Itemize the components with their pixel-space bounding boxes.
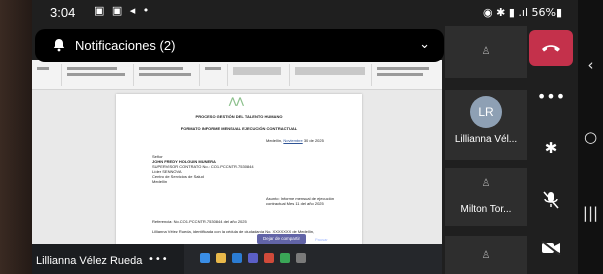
- call-controls: ••• ✱: [527, 26, 578, 274]
- stop-sharing-button[interactable]: Dejar de compartir: [257, 234, 307, 244]
- doc-title: PROCESO GESTIÓN DEL TALENTO HUMANO: [195, 114, 283, 119]
- participant-tile-lr[interactable]: LR Lillianna Vél...: [445, 90, 527, 160]
- taskbar-settings-icon[interactable]: [296, 253, 306, 263]
- ribbon-group-editing: [230, 64, 290, 86]
- status-notification-icons: ▣ ▣ ◂ •: [94, 4, 152, 17]
- ribbon-group-signature: [374, 64, 438, 86]
- doc-date: Medellín, Noviembre 30 de 2025: [266, 138, 324, 143]
- doc-date-prefix: Medellín,: [266, 138, 283, 143]
- camera-toggle-button[interactable]: [529, 230, 573, 266]
- taskbar-excel-icon[interactable]: [280, 253, 290, 263]
- sharing-notice: Estás compartiendo contenido con los par…: [132, 237, 224, 242]
- participant-name: Lillianna Vél...: [454, 134, 518, 145]
- teams-call-screen: 3:04 ▣ ▣ ◂ • ◉ ✱ ▮ .ıl 56%▮ ⋀⋀ PROCESO G…: [32, 0, 578, 274]
- participant-tile-4[interactable]: ♙: [445, 236, 527, 274]
- person-icon: ♙: [481, 250, 491, 261]
- chevron-down-icon[interactable]: ⌄: [419, 37, 430, 52]
- presenter-name: Lillianna Vélez Rueda: [36, 255, 143, 267]
- person-icon: ♙: [481, 178, 491, 189]
- doc-subtitle: FORMATO INFORME MENSUAL EJECUCIÓN CONTRA…: [180, 126, 298, 131]
- company-logo: ⋀⋀: [229, 96, 244, 106]
- person-icon: ♙: [481, 46, 491, 57]
- notifications-title: Notificaciones (2): [75, 38, 176, 53]
- bluetooth-audio-button[interactable]: ✱: [529, 130, 573, 166]
- doc-reference: Referencia: No.CO1.PCCNTR.7530844 del añ…: [152, 219, 247, 224]
- taskbar-chrome-icon[interactable]: [264, 253, 274, 263]
- doc-subject-2: contractual Mes 11 del año 2025: [266, 201, 324, 206]
- ribbon-group-styles: [202, 64, 228, 86]
- home-icon[interactable]: ○: [578, 128, 603, 146]
- back-icon[interactable]: ‹: [578, 56, 603, 74]
- more-icon: •••: [536, 86, 566, 106]
- mic-off-icon: [543, 191, 559, 209]
- phone-screen: 3:04 ▣ ▣ ◂ • ◉ ✱ ▮ .ıl 56%▮ ⋀⋀ PROCESO G…: [0, 0, 603, 274]
- status-bar: 3:04 ▣ ▣ ◂ • ◉ ✱ ▮ .ıl 56%▮: [32, 0, 578, 26]
- recents-icon[interactable]: |||: [578, 204, 603, 222]
- participant-name: Milton Tor...: [460, 204, 512, 215]
- android-nav-bar: ‹ ○ |||: [578, 0, 603, 274]
- more-options-button[interactable]: •••: [529, 78, 573, 114]
- ribbon-group-clipboard: [34, 64, 62, 86]
- ribbon-group-sensitivity: [292, 64, 372, 86]
- camera-off-icon: [541, 241, 561, 255]
- bluetooth-icon: ✱: [544, 139, 558, 157]
- document-page: ⋀⋀ PROCESO GESTIÓN DEL TALENTO HUMANO FO…: [116, 94, 362, 269]
- bell-icon: [53, 39, 65, 52]
- ribbon-group-font: [64, 64, 134, 86]
- participant-tile-milton[interactable]: ♙ Milton Tor...: [445, 168, 527, 226]
- shared-screen: ⋀⋀ PROCESO GESTIÓN DEL TALENTO HUMANO FO…: [32, 60, 442, 274]
- pause-sharing-link[interactable]: Pausar: [315, 237, 328, 242]
- status-battery-signal: ◉ ✱ ▮ .ıl 56%▮: [483, 6, 562, 19]
- word-ribbon: [32, 60, 442, 90]
- presenter-more-icon[interactable]: •••: [148, 254, 169, 265]
- hang-up-button[interactable]: [529, 30, 573, 66]
- taskbar-app-icon[interactable]: [200, 253, 210, 263]
- avatar: LR: [470, 96, 502, 128]
- participants-column: ♙ LR Lillianna Vél... ♙ Milton Tor... ♙: [445, 26, 527, 274]
- status-time: 3:04: [50, 5, 76, 20]
- taskbar-folder-icon[interactable]: [216, 253, 226, 263]
- mute-button[interactable]: [529, 182, 573, 218]
- doc-date-month: Noviembre: [283, 138, 303, 143]
- doc-to-6: Medellín: [152, 179, 168, 184]
- doc-date-suffix: 30 de 2025: [303, 138, 324, 143]
- left-edge: [0, 0, 32, 274]
- participant-tile-1[interactable]: ♙: [445, 26, 527, 78]
- notifications-banner[interactable]: Notificaciones (2) ⌄: [35, 29, 444, 62]
- phone-hangup-icon: [542, 45, 560, 52]
- ribbon-group-paragraph: [136, 64, 200, 86]
- taskbar-teams-icon[interactable]: [248, 253, 258, 263]
- taskbar-word-icon[interactable]: [232, 253, 242, 263]
